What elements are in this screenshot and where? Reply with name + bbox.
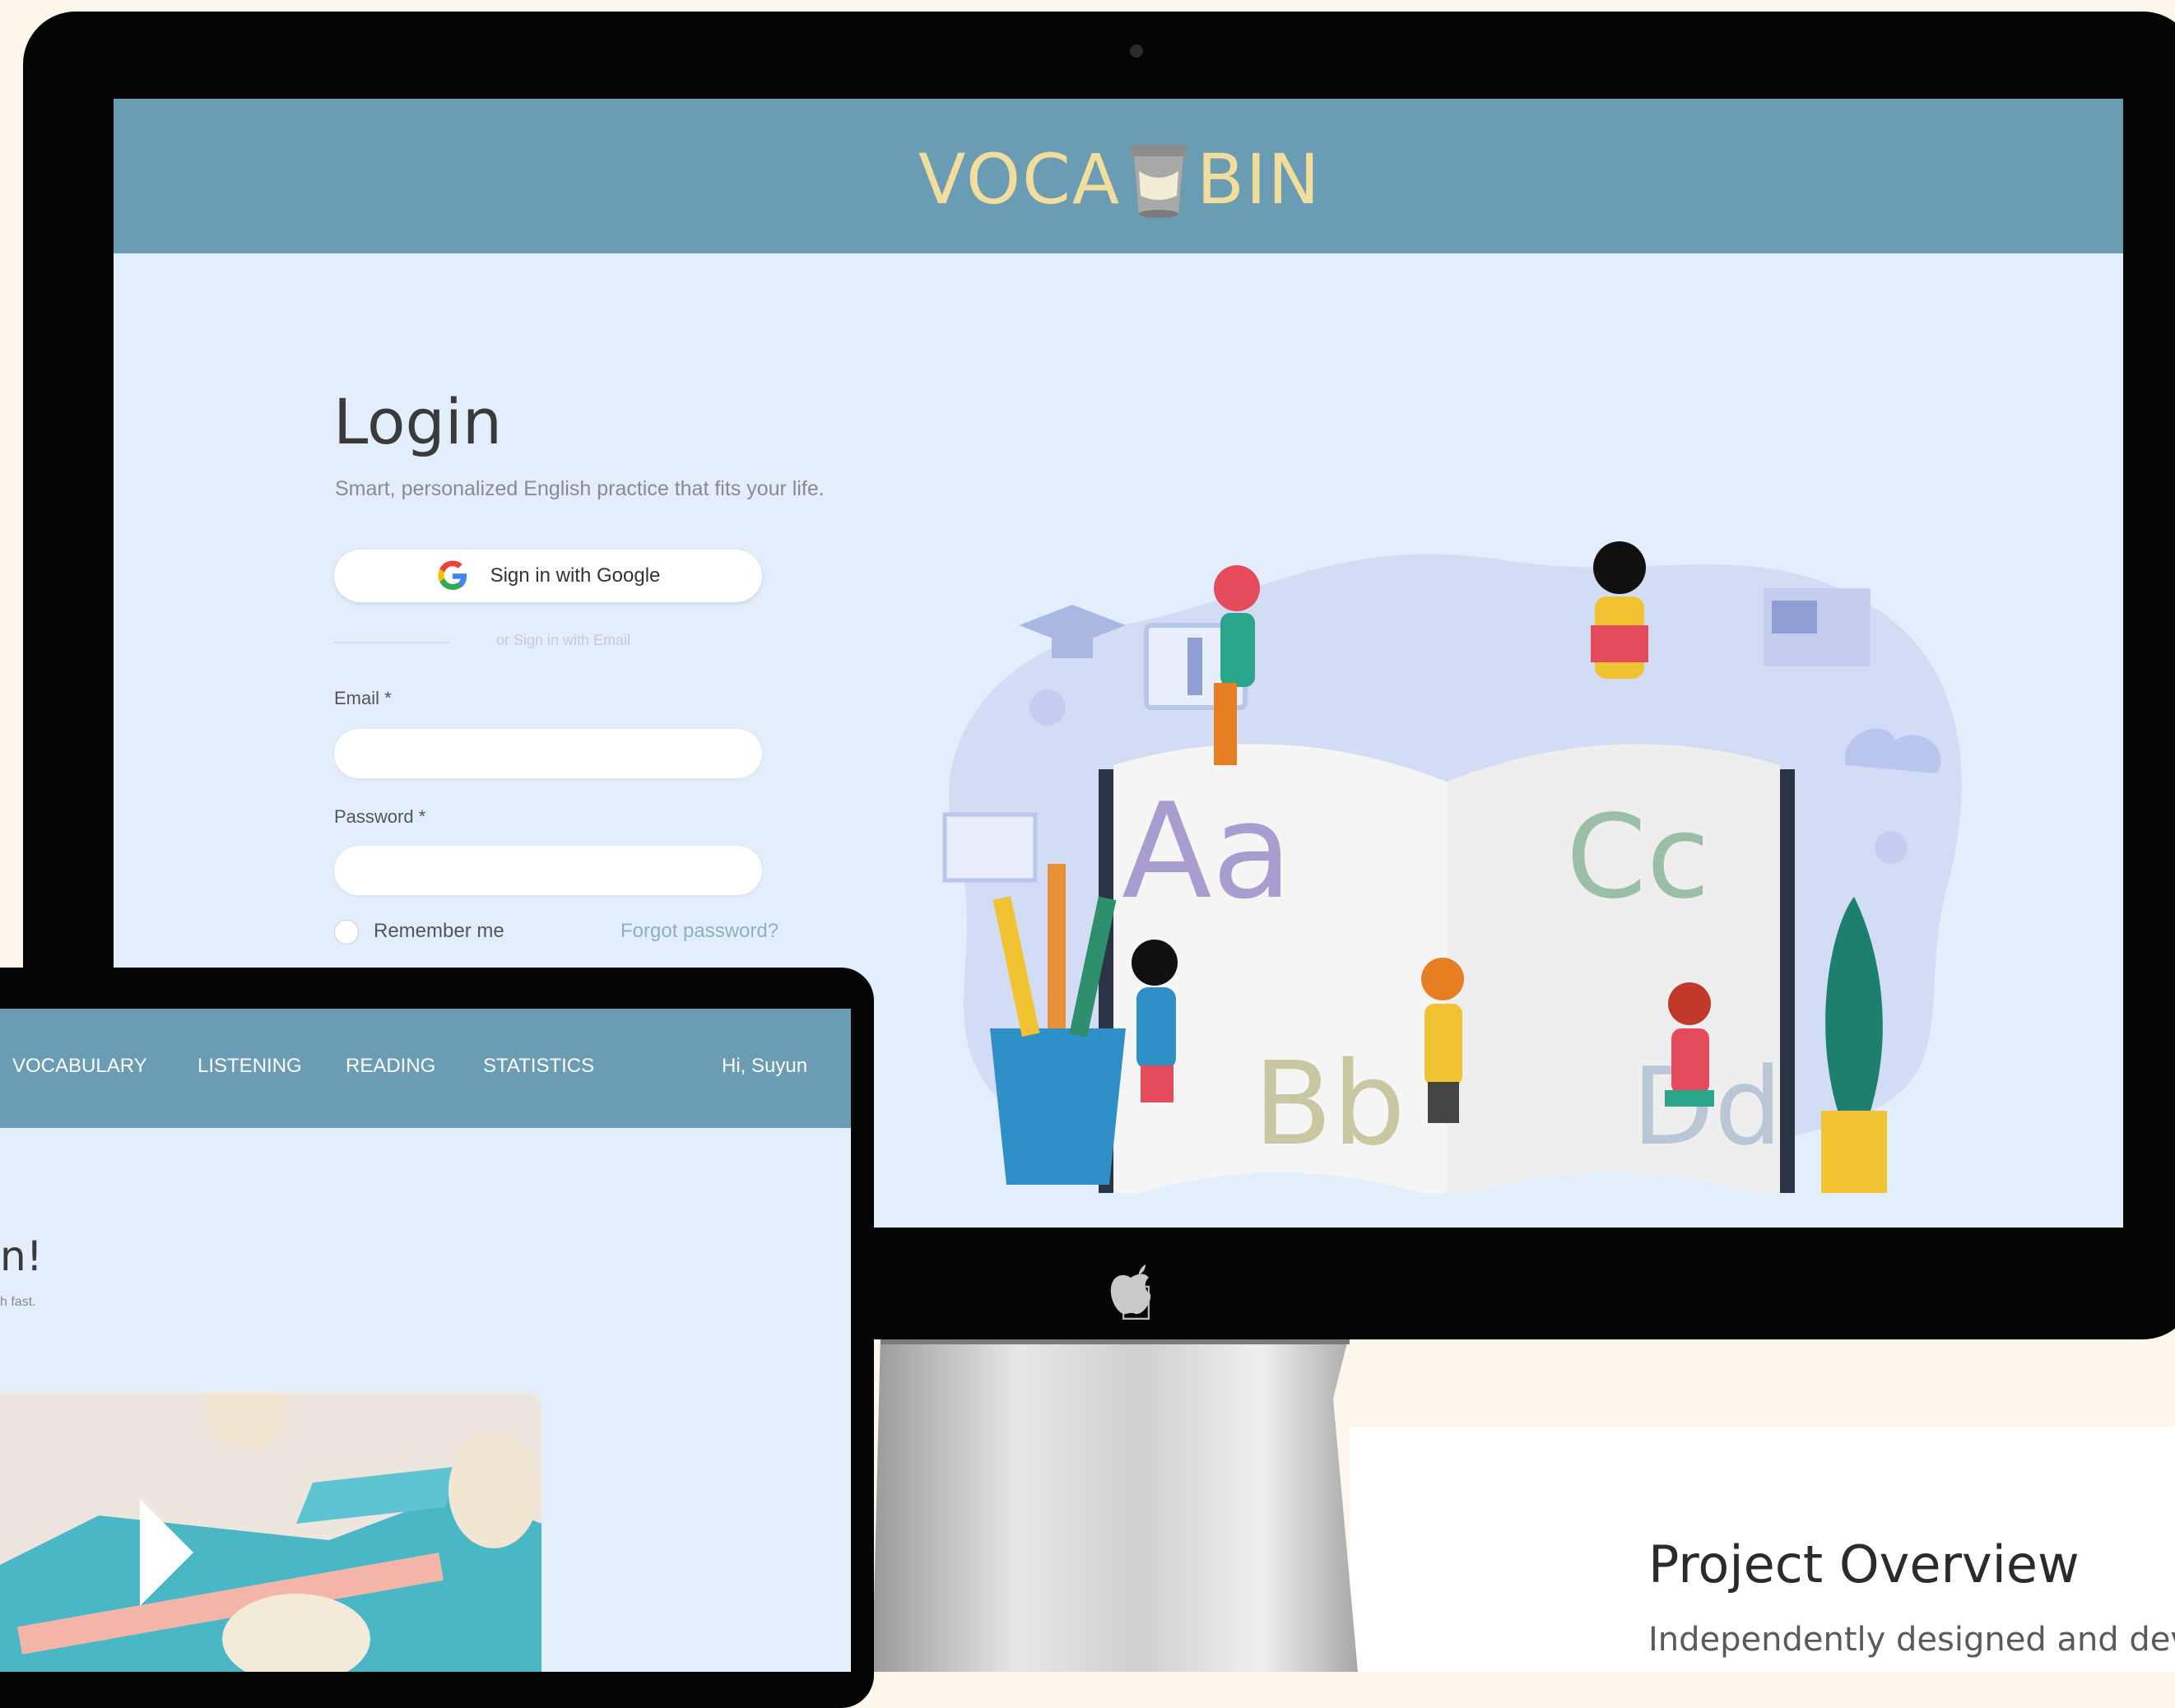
- project-overview-text: Independently designed and develo: [1648, 1621, 2175, 1659]
- nav-listening[interactable]: LISTENING: [198, 1055, 302, 1078]
- login-subtitle: Smart, personalized English practice tha…: [335, 477, 825, 500]
- welcome-heading: n!: [0, 1232, 43, 1280]
- divider-line: [334, 642, 449, 643]
- password-field[interactable]: [334, 846, 762, 895]
- google-icon: [438, 560, 467, 590]
- divider-text: or Sign in with Email: [496, 632, 631, 648]
- project-overview-title: Project Overview: [1648, 1534, 2080, 1594]
- google-signin-button[interactable]: Sign in with Google: [334, 550, 762, 602]
- letter-cc: Cc: [1566, 791, 1710, 925]
- kids-reading-illustration: Aa Cc Bb Dd: [942, 541, 1962, 1193]
- nav-statistics[interactable]: STATISTICS: [483, 1055, 594, 1078]
- nav-reading[interactable]: READING: [346, 1055, 435, 1078]
- trash-bin-icon: [1131, 145, 1187, 218]
- logo-text-right: BIN: [1197, 139, 1322, 220]
- site-header: VOCA BIN: [114, 99, 2123, 253]
- letter-bb: Bb: [1253, 1037, 1406, 1172]
- camera-icon: [1130, 44, 1143, 58]
- login-title: Login: [333, 385, 503, 458]
- nav-vocabulary[interactable]: VOCABULARY: [12, 1055, 147, 1078]
- imac-stand: [872, 1333, 1358, 1672]
- email-label: Email *: [334, 688, 392, 708]
- password-label: Password *: [334, 806, 426, 827]
- video-thumbnail[interactable]: [0, 1392, 541, 1672]
- remember-me-label: Remember me: [374, 920, 504, 942]
- user-greeting[interactable]: Hi, Suyun: [722, 1055, 807, 1078]
- laptop-screen: VOCABULARY LISTENING READING STATISTICS …: [0, 1009, 851, 1672]
- laptop-navbar: VOCABULARY LISTENING READING STATISTICS …: [0, 1009, 851, 1128]
- remember-me-checkbox[interactable]: [334, 920, 359, 945]
- welcome-subtext: h fast.: [0, 1295, 36, 1309]
- letter-aa: Aa: [1122, 774, 1293, 928]
- email-field[interactable]: [334, 729, 762, 778]
- logo-text-left: VOCA: [918, 139, 1122, 220]
- google-signin-label: Sign in with Google: [490, 564, 661, 587]
- apple-logo-icon: [1110, 1265, 1151, 1315]
- site-logo[interactable]: VOCA BIN: [918, 138, 1321, 220]
- forgot-password-link[interactable]: Forgot password?: [620, 920, 778, 943]
